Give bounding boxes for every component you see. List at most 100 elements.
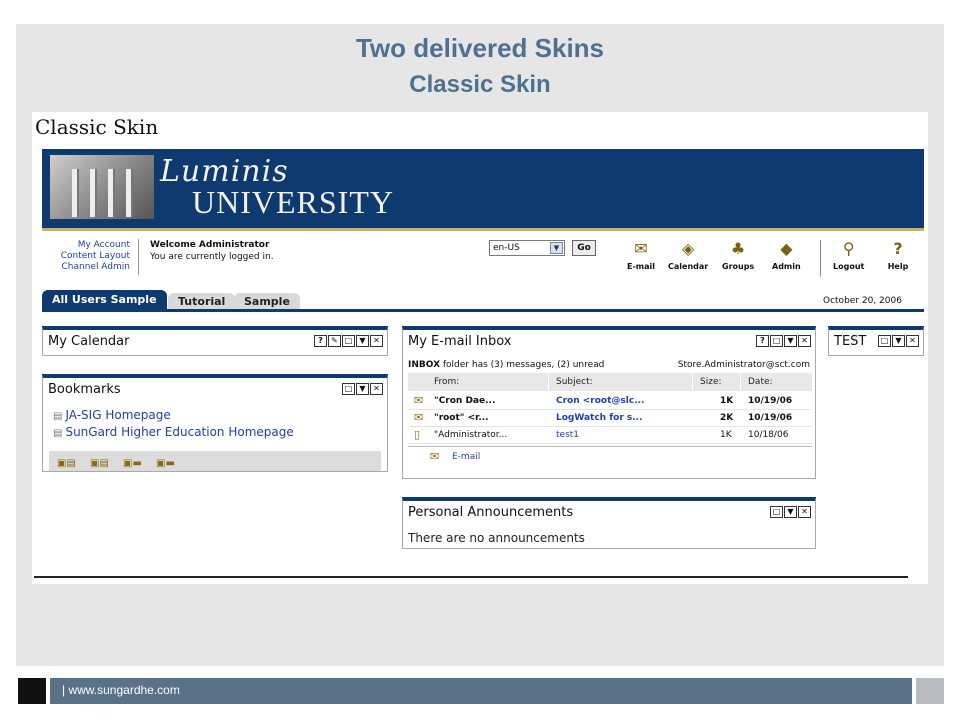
tab-sample[interactable]: Sample — [234, 293, 300, 310]
close-icon[interactable]: ✕ — [370, 383, 383, 395]
test-channel-title: TEST — [834, 334, 867, 349]
toolbar-divider — [820, 240, 821, 276]
edit-folder-icon[interactable]: ▣▬ — [156, 458, 175, 469]
channel-controls: ? □ ▼ ✕ — [756, 335, 811, 347]
footer-bar: | www.sungardhe.com — [50, 678, 912, 704]
bookmark-link-jasig[interactable]: ▤ JA-SIG Homepage — [53, 408, 171, 422]
table-row[interactable]: ✉ "Cron Dae... Cron <root@slc... 1K 10/1… — [408, 393, 812, 410]
content-layout-link[interactable]: Content Layout — [44, 251, 130, 262]
inbox-message-count: folder has (3) messages, (2) unread — [440, 360, 605, 370]
bookmark-toolbar: ▣▤ ▣▤ ▣▬ ▣▬ — [49, 451, 381, 471]
toolbar-logout[interactable]: ⚲ Logout — [833, 238, 864, 271]
screenshot-heading: Classic Skin — [35, 115, 159, 139]
inbox-table-header: From: Subject: Size: Date: — [408, 373, 812, 391]
test-channel: TEST □ ▼ ✕ — [828, 326, 924, 356]
chevron-down-icon[interactable]: ▼ — [550, 242, 563, 254]
footer-right-block — [916, 678, 944, 704]
logo-script-text: Luminis — [160, 154, 289, 189]
minimize-icon[interactable]: ▼ — [356, 335, 369, 347]
channel-admin-link[interactable]: Channel Admin — [44, 262, 131, 273]
groups-icon: ♣ — [730, 239, 746, 258]
university-logo: Luminis UNIVERSITY — [160, 154, 394, 219]
channel-controls: □ ▼ ✕ — [878, 335, 919, 347]
university-banner: Luminis UNIVERSITY — [42, 149, 924, 231]
locale-select[interactable]: en-US ▼ — [489, 240, 565, 256]
detach-icon[interactable]: □ — [878, 335, 891, 347]
bookmarks-channel-title: Bookmarks — [48, 382, 121, 397]
minimize-icon[interactable]: ▼ — [784, 335, 797, 347]
footer-left-block — [18, 678, 46, 704]
toolbar-logout-label: Logout — [833, 262, 865, 271]
column-from[interactable]: From: — [434, 377, 459, 387]
close-icon[interactable]: ✕ — [798, 506, 811, 518]
toolbar-help[interactable]: ? Help — [887, 238, 909, 271]
bookmarks-channel: Bookmarks □ ▼ ✕ ▤ JA-SIG Homepage ▤ SunGar… — [42, 374, 388, 472]
close-icon[interactable]: ✕ — [798, 335, 811, 347]
email-icon: ✉ — [634, 239, 648, 258]
slide-title: Two delivered Skins — [355, 33, 605, 63]
detach-icon[interactable]: □ — [770, 506, 783, 518]
add-bookmark-icon[interactable]: ▣▤ — [57, 458, 76, 469]
toolbar-calendar[interactable]: ◈ Calendar — [668, 238, 708, 271]
minimize-icon[interactable]: ▼ — [356, 383, 369, 395]
detach-icon[interactable]: □ — [770, 335, 783, 347]
close-icon[interactable]: ✕ — [906, 335, 919, 347]
column-date[interactable]: Date: — [748, 377, 773, 387]
read-mail-icon: ▯ — [414, 428, 421, 441]
admin-icon: ◆ — [780, 239, 793, 258]
toolbar-calendar-label: Calendar — [668, 262, 709, 271]
column-size[interactable]: Size: — [700, 377, 722, 387]
toolbar-email[interactable]: ✉ E-mail — [627, 238, 655, 271]
portal-screenshot: Classic Skin Luminis UNIVERSITY My Accou… — [32, 112, 928, 584]
email-link[interactable]: E-mail — [452, 452, 480, 462]
inbox-account: Store.Administrator@sct.com — [677, 360, 810, 370]
welcome-message: Welcome Administrator You are currently … — [150, 239, 274, 263]
edit-icon[interactable]: ✎ — [328, 335, 341, 347]
welcome-title: Welcome Administrator — [150, 240, 270, 250]
add-folder-icon[interactable]: ▣▬ — [123, 458, 142, 469]
my-account-link[interactable]: My Account — [44, 240, 130, 251]
table-row[interactable]: ▯ "Administrator... test1 1K 10/18/06 — [408, 427, 812, 444]
toolbar-groups[interactable]: ♣ Groups — [722, 238, 754, 271]
inbox-folder-name: INBOX — [408, 360, 441, 370]
email-inbox-title: My E-mail Inbox — [408, 334, 512, 349]
table-row[interactable]: ✉ "root" <r... LogWatch for s... 2K 10/1… — [408, 410, 812, 427]
help-icon[interactable]: ? — [756, 335, 769, 347]
announcements-empty-text: There are no announcements — [408, 531, 585, 545]
close-icon[interactable]: ✕ — [370, 335, 383, 347]
footer-url: | www.sungardhe.com — [62, 683, 180, 697]
minimize-icon[interactable]: ▼ — [784, 506, 797, 518]
locale-value: en-US — [493, 243, 520, 253]
inbox-footer: ✉ E-mail — [408, 446, 812, 466]
email-icon: ✉ — [430, 450, 440, 463]
bookmark-link-sungard[interactable]: ▤ SunGard Higher Education Homepage — [53, 425, 294, 439]
toolbar-admin[interactable]: ◆ Admin — [772, 238, 801, 271]
slide-subtitle: Classic Skin — [409, 71, 551, 98]
announcements-title: Personal Announcements — [408, 505, 574, 520]
go-button[interactable]: Go — [572, 240, 596, 256]
nav-divider — [138, 239, 139, 275]
column-subject[interactable]: Subject: — [556, 377, 593, 387]
login-status: You are currently logged in. — [150, 252, 274, 262]
calendar-channel: My Calendar ? ✎ □ ▼ ✕ — [42, 326, 388, 356]
current-date: October 20, 2006 — [823, 296, 902, 306]
toolbar-email-label: E-mail — [627, 262, 656, 271]
detach-icon[interactable]: □ — [342, 335, 355, 347]
unread-mail-icon: ✉ — [414, 394, 424, 407]
detach-icon[interactable]: □ — [342, 383, 355, 395]
edit-bookmark-icon[interactable]: ▣▤ — [90, 458, 109, 469]
banner-building-photo — [50, 155, 154, 219]
tab-tutorial[interactable]: Tutorial — [168, 293, 236, 310]
account-links: My Account Content Layout Channel Admin — [44, 240, 130, 273]
unread-mail-icon: ✉ — [414, 411, 424, 424]
channel-controls: □ ▼ ✕ — [770, 506, 811, 518]
channel-controls: □ ▼ ✕ — [342, 383, 383, 395]
tab-all-users-sample[interactable]: All Users Sample — [42, 290, 167, 310]
screenshot-divider — [34, 576, 908, 578]
help-icon: ? — [893, 239, 903, 258]
email-inbox-channel: My E-mail Inbox ? □ ▼ ✕ INBOX folder has… — [402, 326, 816, 479]
help-icon[interactable]: ? — [314, 335, 327, 347]
tab-underline — [42, 309, 924, 312]
minimize-icon[interactable]: ▼ — [892, 335, 905, 347]
inbox-summary: INBOX folder has (3) messages, (2) unrea… — [408, 360, 810, 370]
